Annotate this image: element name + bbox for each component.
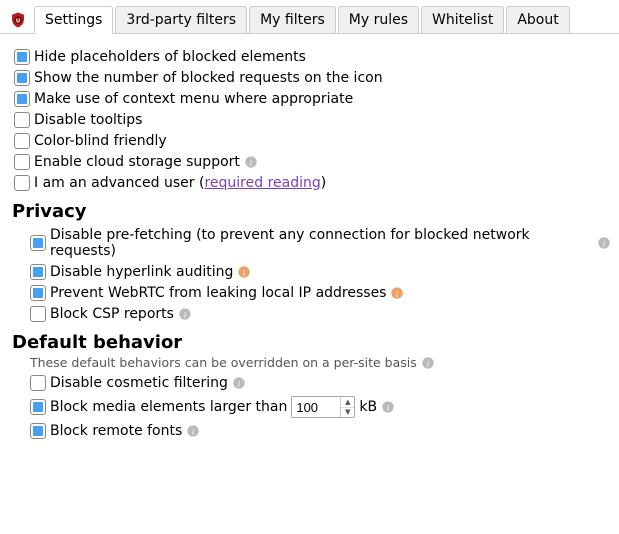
advanced-pre-text: I am an advanced user (: [34, 175, 204, 191]
info-warning-icon[interactable]: i: [390, 286, 404, 300]
privacy-heading: Privacy: [12, 201, 611, 222]
info-warning-icon[interactable]: i: [237, 265, 251, 279]
media-size-input[interactable]: [292, 397, 340, 417]
info-icon[interactable]: i: [186, 424, 200, 438]
tab-3rd-party-filters[interactable]: 3rd-party filters: [115, 6, 247, 34]
label-advanced-user: I am an advanced user (required reading): [34, 175, 326, 191]
svg-text:U: U: [16, 18, 20, 24]
checkbox-cosmetic-filtering[interactable]: [30, 375, 46, 391]
checkbox-hyperlink-auditing[interactable]: [30, 264, 46, 280]
advanced-post-text: ): [321, 175, 326, 191]
tab-my-rules[interactable]: My rules: [338, 6, 419, 34]
checkbox-advanced-user[interactable]: [14, 175, 30, 191]
required-reading-link[interactable]: required reading: [204, 175, 320, 191]
app-shield-icon: U: [8, 10, 28, 30]
default-note-text: These default behaviors can be overridde…: [30, 355, 417, 370]
info-icon[interactable]: i: [381, 400, 395, 414]
checkbox-context-menu[interactable]: [14, 91, 30, 107]
checkbox-show-count[interactable]: [14, 70, 30, 86]
media-size-input-wrapper: ▲ ▼: [291, 396, 355, 418]
label-disable-tooltips: Disable tooltips: [34, 112, 142, 128]
label-webrtc: Prevent WebRTC from leaking local IP add…: [50, 285, 386, 301]
label-color-blind: Color-blind friendly: [34, 133, 167, 149]
label-hide-placeholders: Hide placeholders of blocked elements: [34, 49, 306, 65]
spin-down-icon[interactable]: ▼: [341, 408, 354, 418]
info-icon[interactable]: i: [244, 155, 258, 169]
info-icon[interactable]: i: [421, 356, 435, 370]
info-icon[interactable]: i: [178, 307, 192, 321]
checkbox-csp[interactable]: [30, 306, 46, 322]
label-cosmetic-filtering: Disable cosmetic filtering: [50, 375, 228, 391]
label-prefetch: Disable pre-fetching (to prevent any con…: [50, 227, 593, 259]
checkbox-webrtc[interactable]: [30, 285, 46, 301]
tab-settings[interactable]: Settings: [34, 6, 113, 34]
label-cloud-storage: Enable cloud storage support: [34, 154, 240, 170]
tab-about[interactable]: About: [506, 6, 569, 34]
info-icon[interactable]: i: [597, 236, 611, 250]
label-block-media-pre: Block media elements larger than: [50, 399, 287, 415]
checkbox-hide-placeholders[interactable]: [14, 49, 30, 65]
tab-bar: U Settings 3rd-party filters My filters …: [0, 0, 619, 34]
tab-whitelist[interactable]: Whitelist: [421, 6, 504, 34]
checkbox-remote-fonts[interactable]: [30, 423, 46, 439]
checkbox-color-blind[interactable]: [14, 133, 30, 149]
default-behavior-heading: Default behavior: [12, 332, 611, 353]
settings-panel: Hide placeholders of blocked elements Sh…: [0, 34, 619, 454]
default-behavior-note: These default behaviors can be overridde…: [30, 355, 611, 370]
media-size-spinner: ▲ ▼: [340, 397, 354, 417]
spin-up-icon[interactable]: ▲: [341, 397, 354, 408]
label-hyperlink-auditing: Disable hyperlink auditing: [50, 264, 233, 280]
label-block-media-unit: kB: [359, 399, 377, 415]
checkbox-cloud-storage[interactable]: [14, 154, 30, 170]
label-csp: Block CSP reports: [50, 306, 174, 322]
checkbox-block-media[interactable]: [30, 399, 46, 415]
checkbox-disable-tooltips[interactable]: [14, 112, 30, 128]
checkbox-prefetch[interactable]: [30, 235, 46, 251]
label-remote-fonts: Block remote fonts: [50, 423, 182, 439]
label-context-menu: Make use of context menu where appropria…: [34, 91, 353, 107]
label-show-count: Show the number of blocked requests on t…: [34, 70, 383, 86]
info-icon[interactable]: i: [232, 376, 246, 390]
tab-my-filters[interactable]: My filters: [249, 6, 336, 34]
